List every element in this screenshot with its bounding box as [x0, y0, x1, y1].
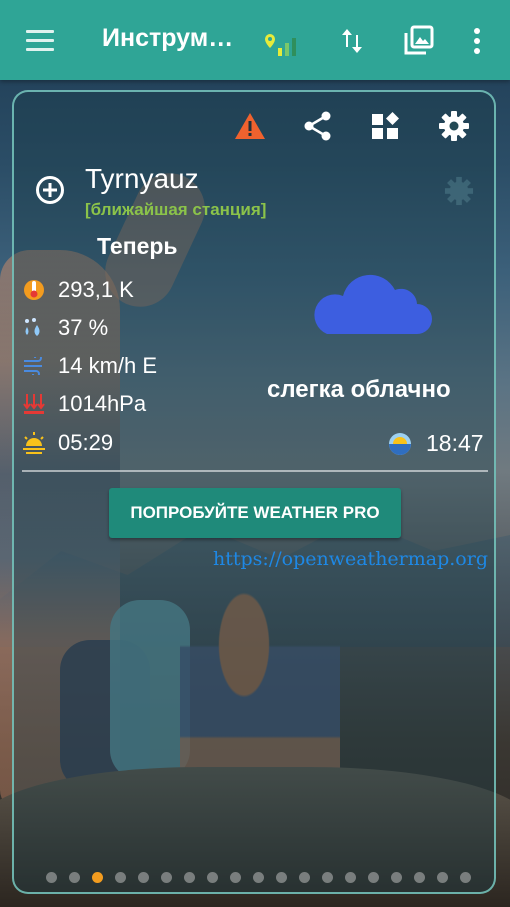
page-dot[interactable] [161, 872, 172, 883]
page-dot[interactable] [460, 872, 471, 883]
add-location-icon[interactable] [36, 176, 64, 204]
condition-text: слегка облачно [267, 376, 451, 403]
menu-icon[interactable] [26, 30, 54, 51]
sunset-row: 18:47 [388, 430, 484, 457]
try-pro-button[interactable]: ПОПРОБУЙТЕ WEATHER PRO [109, 488, 401, 538]
sunrise-icon [22, 430, 46, 456]
sunset-icon [388, 432, 412, 456]
warning-icon[interactable] [234, 110, 266, 142]
page-dot[interactable] [92, 872, 103, 883]
sort-icon[interactable] [340, 27, 364, 55]
pressure-row: 1014hPa [22, 389, 146, 419]
source-link[interactable]: https://openweathermap.org [213, 548, 488, 570]
page-dot[interactable] [391, 872, 402, 883]
page-dot[interactable] [253, 872, 264, 883]
cloud-icon [314, 274, 432, 334]
widgets-icon[interactable] [370, 110, 402, 142]
page-dot[interactable] [368, 872, 379, 883]
pressure-icon [22, 391, 46, 417]
settings-faint-icon [444, 176, 474, 206]
page-dot[interactable] [414, 872, 425, 883]
settings-icon[interactable] [438, 110, 470, 142]
humidity-row: 37 % [22, 313, 108, 343]
gallery-icon[interactable] [404, 25, 434, 55]
app-title: Инструм… [102, 24, 234, 52]
humidity-icon [22, 315, 46, 341]
app-bar: Инструм… [0, 0, 510, 80]
page-dot[interactable] [322, 872, 333, 883]
page-dot[interactable] [437, 872, 448, 883]
page-dot[interactable] [207, 872, 218, 883]
wind-icon [22, 353, 46, 379]
page-dot[interactable] [46, 872, 57, 883]
page-dot[interactable] [230, 872, 241, 883]
signal-icon[interactable] [264, 30, 304, 58]
thermometer-icon [22, 277, 46, 303]
share-icon[interactable] [302, 110, 334, 142]
now-label: Теперь [97, 233, 178, 259]
sunrise-row: 05:29 [22, 428, 113, 458]
page-dot[interactable] [138, 872, 149, 883]
page-dot[interactable] [184, 872, 195, 883]
wind-row: 14 km/h E [22, 351, 157, 381]
temperature-row: 293,1 K [22, 275, 134, 305]
page-dot[interactable] [276, 872, 287, 883]
station-label: [ближайшая станция] [85, 200, 267, 219]
page-dot[interactable] [115, 872, 126, 883]
page-dot[interactable] [69, 872, 80, 883]
page-indicator [46, 872, 471, 883]
more-vert-icon[interactable] [472, 27, 482, 55]
page-dot[interactable] [299, 872, 310, 883]
city-name[interactable]: Tyrnyauz [85, 163, 199, 195]
page-dot[interactable] [345, 872, 356, 883]
divider [22, 470, 488, 472]
